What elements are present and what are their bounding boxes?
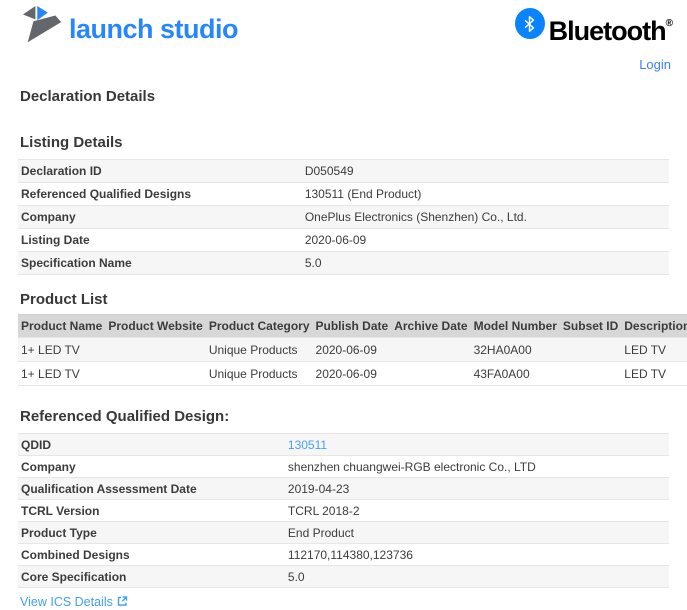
field-value: OnePlus Electronics (Shenzhen) Co., Ltd. (302, 206, 669, 229)
field-label: Company (18, 456, 285, 478)
field-value: 130511 (End Product) (302, 183, 669, 206)
cell-publish-date: 2020-06-09 (313, 338, 392, 362)
table-row: Specification Name 5.0 (18, 252, 669, 275)
cell-product-website (105, 338, 205, 362)
main-content: Declaration Details Listing Details Decl… (0, 89, 687, 610)
field-label: Listing Date (18, 229, 302, 252)
field-value: 5.0 (285, 566, 669, 588)
listing-details-table: Declaration ID D050549 Referenced Qualif… (18, 159, 669, 275)
referenced-qualified-design-table: QDID 130511 Company shenzhen chuangwei-R… (18, 433, 669, 588)
column-header: Archive Date (391, 315, 470, 338)
cell-model-number: 32HA0A00 (471, 338, 560, 362)
field-label: Core Specification (18, 566, 285, 588)
cell-model-number: 43FA0A00 (471, 362, 560, 386)
table-row: 1+ LED TV Unique Products 2020-06-09 43F… (18, 362, 687, 386)
table-row: TCRL Version TCRL 2018-2 (18, 500, 669, 522)
field-value: 2020-06-09 (302, 229, 669, 252)
table-row: 1+ LED TV Unique Products 2020-06-09 32H… (18, 338, 687, 362)
column-header: Product Category (206, 315, 313, 338)
cell-product-category: Unique Products (206, 362, 313, 386)
page-title: Declaration Details (20, 89, 669, 104)
table-row: Product Type End Product (18, 522, 669, 544)
table-row: Listing Date 2020-06-09 (18, 229, 669, 252)
table-row: Company OnePlus Electronics (Shenzhen) C… (18, 206, 669, 229)
column-header: Description (621, 315, 687, 338)
launch-studio-icon (22, 5, 64, 52)
cell-product-category: Unique Products (206, 338, 313, 362)
cell-archive-date (391, 362, 470, 386)
bluetooth-logo[interactable]: Bluetooth® (515, 5, 673, 47)
table-row: Combined Designs 112170,114380,123736 (18, 544, 669, 566)
bluetooth-rune-icon (515, 8, 545, 39)
table-row: Core Specification 5.0 (18, 566, 669, 588)
field-value: 130511 (285, 434, 669, 456)
column-header: Product Website (105, 315, 205, 338)
launch-studio-logo[interactable]: launch studio (22, 5, 238, 52)
ics-details-row: View ICS Details (20, 595, 669, 610)
field-label: Specification Name (18, 252, 302, 275)
cell-archive-date (391, 338, 470, 362)
cell-subset-id (560, 362, 621, 386)
column-header: Subset ID (560, 315, 621, 338)
field-label: Product Type (18, 522, 285, 544)
field-label: Referenced Qualified Designs (18, 183, 302, 206)
table-row: Qualification Assessment Date 2019-04-23 (18, 478, 669, 500)
table-row: QDID 130511 (18, 434, 669, 456)
table-row: Declaration ID D050549 (18, 160, 669, 183)
field-value: End Product (285, 522, 669, 544)
launch-studio-wordmark: launch studio (69, 8, 238, 50)
table-header-row: Product Name Product Website Product Cat… (18, 315, 687, 338)
field-label: Company (18, 206, 302, 229)
field-value: 2019-04-23 (285, 478, 669, 500)
field-value: 112170,114380,123736 (285, 544, 669, 566)
field-value: 5.0 (302, 252, 669, 275)
field-value: D050549 (302, 160, 669, 183)
field-label: TCRL Version (18, 500, 285, 522)
column-header: Model Number (471, 315, 560, 338)
view-ics-details-link[interactable]: View ICS Details (20, 595, 128, 609)
bluetooth-wordmark: Bluetooth® (549, 8, 673, 47)
field-label: Combined Designs (18, 544, 285, 566)
external-link-icon (116, 596, 128, 610)
field-label: QDID (18, 434, 285, 456)
login-bar: Login (0, 52, 687, 70)
column-header: Publish Date (313, 315, 392, 338)
product-list-heading: Product List (20, 292, 669, 307)
registered-trademark: ® (666, 18, 673, 29)
product-list-table: Product Name Product Website Product Cat… (18, 314, 687, 386)
qdid-link[interactable]: 130511 (288, 438, 327, 452)
page-header: launch studio Bluetooth® (0, 0, 687, 52)
table-row: Company shenzhen chuangwei-RGB electroni… (18, 456, 669, 478)
field-label: Declaration ID (18, 160, 302, 183)
field-value: shenzhen chuangwei-RGB electronic Co., L… (285, 456, 669, 478)
table-row: Referenced Qualified Designs 130511 (End… (18, 183, 669, 206)
column-header: Product Name (18, 315, 105, 338)
login-link[interactable]: Login (639, 57, 671, 72)
cell-product-name: 1+ LED TV (18, 338, 105, 362)
cell-description: LED TV (621, 338, 687, 362)
referenced-qualified-design-heading: Referenced Qualified Design: (20, 409, 669, 424)
cell-subset-id (560, 338, 621, 362)
field-value: TCRL 2018-2 (285, 500, 669, 522)
cell-product-website (105, 362, 205, 386)
listing-details-heading: Listing Details (20, 135, 669, 150)
field-label: Qualification Assessment Date (18, 478, 285, 500)
cell-publish-date: 2020-06-09 (313, 362, 392, 386)
cell-product-name: 1+ LED TV (18, 362, 105, 386)
cell-description: LED TV (621, 362, 687, 386)
